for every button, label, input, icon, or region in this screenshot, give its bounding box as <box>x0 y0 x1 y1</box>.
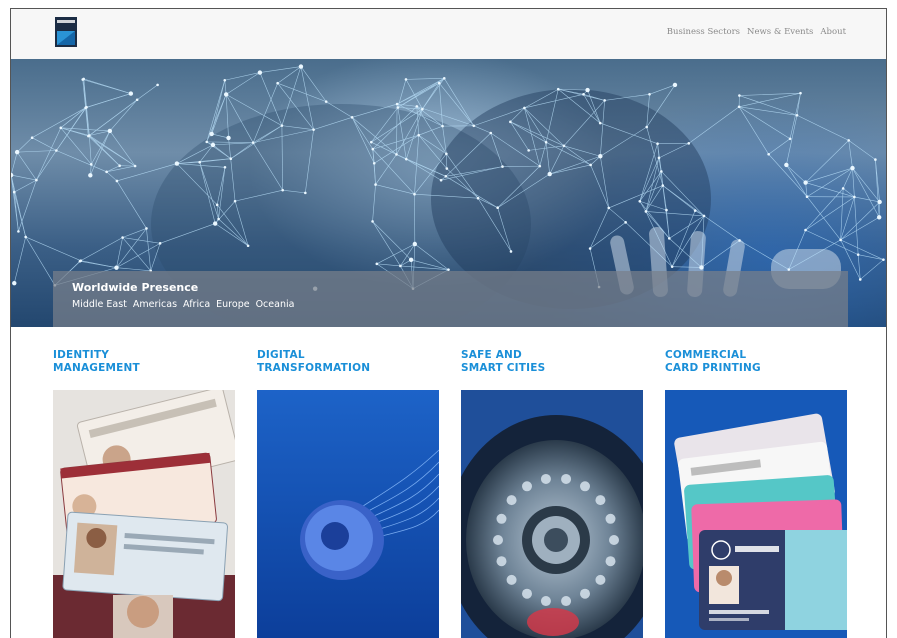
region-middle-east[interactable]: Middle East <box>72 299 127 310</box>
presence-title: Worldwide Presence <box>72 281 199 294</box>
hero-banner: Worldwide Presence Middle East Americas … <box>11 59 886 327</box>
sector-title[interactable]: SAFE AND SMART CITIES <box>461 349 643 389</box>
company-logo[interactable] <box>55 17 77 47</box>
smart-cities-camera-image[interactable] <box>461 390 643 638</box>
sector-commercial-card-printing: COMMERCIAL CARD PRINTING <box>665 349 847 638</box>
region-europe[interactable]: Europe <box>216 299 249 310</box>
sector-digital-transformation: DIGITAL TRANSFORMATION <box>257 349 439 638</box>
region-americas[interactable]: Americas <box>133 299 177 310</box>
identity-cards-image[interactable] <box>53 390 235 638</box>
card-printing-image[interactable] <box>665 390 847 638</box>
nav-about[interactable]: About <box>820 27 846 37</box>
sector-safe-smart-cities: SAFE AND SMART CITIES <box>461 349 643 638</box>
sector-title[interactable]: COMMERCIAL CARD PRINTING <box>665 349 847 389</box>
presence-panel: Worldwide Presence Middle East Americas … <box>53 271 848 327</box>
page-frame: Business Sectors News & Events About Wor… <box>10 8 887 638</box>
region-links: Middle East Americas Africa Europe Ocean… <box>72 299 294 310</box>
sector-title[interactable]: IDENTITY MANAGEMENT <box>53 349 235 389</box>
digital-transformation-image[interactable] <box>257 390 439 638</box>
nav-news-events[interactable]: News & Events <box>747 27 813 37</box>
region-africa[interactable]: Africa <box>183 299 210 310</box>
site-header: Business Sectors News & Events About <box>11 9 886 59</box>
sector-title[interactable]: DIGITAL TRANSFORMATION <box>257 349 439 389</box>
nav-business-sectors[interactable]: Business Sectors <box>667 27 740 37</box>
sector-identity-management: IDENTITY MANAGEMENT <box>53 349 235 638</box>
main-nav: Business Sectors News & Events About <box>667 27 846 37</box>
region-oceania[interactable]: Oceania <box>256 299 295 310</box>
